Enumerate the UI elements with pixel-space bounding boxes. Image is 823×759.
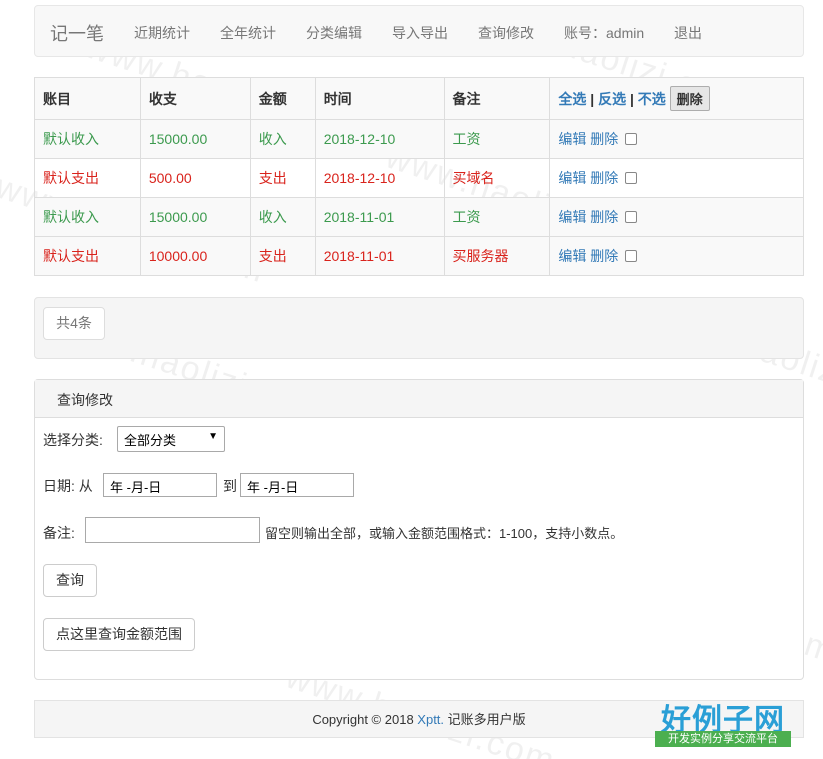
total-count-badge[interactable]: 共4条 [43, 307, 105, 340]
cell-actions: 编辑 删除 [549, 119, 804, 159]
brand-logo[interactable]: 记一笔 [50, 20, 104, 46]
category-select[interactable]: 全部分类 ▼ [117, 426, 225, 452]
row-checkbox[interactable] [625, 172, 638, 184]
cell-category: 默认支出 [34, 158, 141, 198]
delete-link[interactable]: 删除 [590, 170, 618, 186]
edit-link[interactable]: 编辑 [558, 131, 586, 147]
query-panel: 查询修改 选择分类: 全部分类 ▼ 日期: 从 年 -月-日 到 年 -月-日 … [34, 379, 804, 680]
edit-link[interactable]: 编辑 [558, 209, 586, 225]
table-row: 默认支出 10000.00 支出 2018-11-01 买服务器 编辑 删除 [34, 236, 804, 276]
cell-note: 工资 [443, 197, 551, 237]
cell-date: 2018-11-01 [314, 236, 445, 276]
nav-import-export[interactable]: 导入导出 [392, 23, 448, 43]
nav-year-stats[interactable]: 全年统计 [220, 23, 276, 43]
footer-suffix: 记账多用户版 [447, 712, 526, 727]
select-all-link[interactable]: 全选 [558, 91, 586, 107]
records-table: 账目 收支 金额 时间 备注 全选 | 反选 | 不选 删除 默认收入 1500… [34, 77, 804, 276]
cell-note: 工资 [443, 119, 551, 159]
delete-link[interactable]: 删除 [590, 209, 618, 225]
col-header-category: 账目 [34, 77, 141, 120]
cell-category: 默认收入 [34, 119, 141, 159]
date-to-input[interactable]: 年 -月-日 [240, 473, 354, 497]
nav-account[interactable]: 账号：admin [564, 23, 644, 43]
cell-type: 支出 [249, 158, 316, 198]
table-header-row: 账目 收支 金额 时间 备注 全选 | 反选 | 不选 删除 [34, 77, 804, 120]
nav-logout[interactable]: 退出 [674, 23, 702, 43]
table-row: 默认收入 15000.00 收入 2018-12-10 工资 编辑 删除 [34, 119, 804, 159]
chevron-down-icon: ▼ [208, 431, 218, 442]
cell-amount: 15000.00 [139, 119, 251, 159]
cell-date: 2018-11-01 [314, 197, 445, 237]
site-logo: 好例子网 开发实例分享交流平台 [655, 695, 791, 749]
cell-date: 2018-12-10 [314, 158, 445, 198]
cell-amount: 15000.00 [139, 197, 251, 237]
select-none-link[interactable]: 不选 [638, 91, 666, 107]
col-header-amount: 收支 [139, 77, 251, 120]
query-button[interactable]: 查询 [43, 564, 97, 597]
cell-type: 收入 [249, 119, 316, 159]
copyright-text: Copyright © 2018 [312, 712, 414, 727]
invert-selection-link[interactable]: 反选 [598, 91, 626, 107]
logo-sub-text: 开发实例分享交流平台 [655, 731, 791, 747]
cell-date: 2018-12-10 [314, 119, 445, 159]
col-header-note: 备注 [443, 77, 551, 120]
table-row: 默认收入 15000.00 收入 2018-11-01 工资 编辑 删除 [34, 197, 804, 237]
date-to-label: 到 [223, 478, 237, 494]
remark-label: 备注: [43, 525, 75, 541]
category-select-value: 全部分类 [124, 433, 177, 448]
col-header-date: 时间 [314, 77, 445, 120]
cell-amount: 500.00 [139, 158, 251, 198]
cell-category: 默认支出 [34, 236, 141, 276]
cell-type: 收入 [249, 197, 316, 237]
cell-note: 买服务器 [443, 236, 551, 276]
cell-actions: 编辑 删除 [549, 236, 804, 276]
edit-link[interactable]: 编辑 [558, 170, 586, 186]
nav-category-edit[interactable]: 分类编辑 [306, 23, 362, 43]
amount-range-button[interactable]: 点这里查询金额范围 [43, 618, 195, 651]
pagination-bar: 共4条 [34, 297, 804, 359]
row-checkbox[interactable] [625, 133, 638, 145]
cell-amount: 10000.00 [139, 236, 251, 276]
batch-delete-button[interactable]: 删除 [669, 86, 710, 111]
panel-title: 查询修改 [35, 380, 803, 418]
remark-hint: 留空则输出全部，或输入金额范围格式：1-100，支持小数点。 [265, 526, 624, 541]
date-label: 日期: 从 [43, 478, 93, 494]
delete-link[interactable]: 删除 [590, 131, 618, 147]
top-navbar: 记一笔 近期统计 全年统计 分类编辑 导入导出 查询修改 账号：admin 退出 [34, 5, 804, 57]
delete-link[interactable]: 删除 [590, 248, 618, 264]
cell-actions: 编辑 删除 [549, 197, 804, 237]
col-header-actions: 全选 | 反选 | 不选 删除 [549, 77, 804, 120]
table-row: 默认支出 500.00 支出 2018-12-10 买域名 编辑 删除 [34, 158, 804, 198]
cell-type: 支出 [249, 236, 316, 276]
edit-link[interactable]: 编辑 [558, 248, 586, 264]
nav-query-edit[interactable]: 查询修改 [478, 23, 534, 43]
row-checkbox[interactable] [625, 211, 638, 223]
separator: | [629, 91, 634, 107]
row-checkbox[interactable] [625, 250, 638, 262]
category-label: 选择分类: [43, 432, 103, 448]
footer-link[interactable]: Xptt. [417, 712, 444, 727]
col-header-type: 金额 [249, 77, 316, 120]
separator: | [590, 91, 595, 107]
nav-recent-stats[interactable]: 近期统计 [134, 23, 190, 43]
cell-actions: 编辑 删除 [549, 158, 804, 198]
cell-category: 默认收入 [34, 197, 141, 237]
remark-input[interactable] [85, 517, 260, 543]
cell-note: 买域名 [443, 158, 551, 198]
date-from-input[interactable]: 年 -月-日 [103, 473, 217, 497]
